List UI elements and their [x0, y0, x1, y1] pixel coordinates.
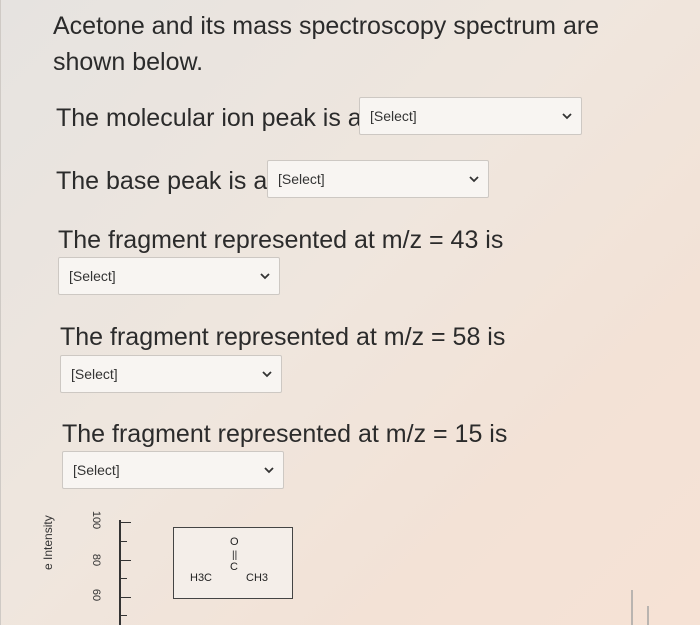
molecular-ion-select[interactable]: [Select]	[359, 97, 582, 135]
spectrum-peak-line	[647, 606, 649, 625]
tick-mark	[119, 578, 127, 579]
chevron-down-icon	[263, 464, 275, 476]
fragment-43-select[interactable]: [Select]	[58, 257, 280, 295]
y-tick-100: 100	[90, 510, 103, 530]
tick-mark	[119, 615, 127, 616]
fragment-58-label: The fragment represented at m/z = 58 is	[60, 323, 506, 351]
chevron-down-icon	[561, 110, 573, 122]
select-value: [Select]	[370, 108, 417, 124]
select-value: [Select]	[73, 462, 120, 478]
methyl-left-label: H3C	[190, 572, 213, 584]
fragment-58-select[interactable]: [Select]	[60, 355, 282, 393]
tick-mark	[119, 541, 127, 542]
y-axis-label: e Intensity	[41, 515, 55, 570]
y-tick-60: 60	[90, 588, 103, 602]
carbon-label: C	[230, 561, 238, 573]
select-value: [Select]	[69, 268, 116, 284]
molecular-ion-label: The molecular ion peak is at	[56, 104, 369, 132]
oxygen-label: O	[230, 536, 239, 548]
y-tick-80: 80	[90, 553, 103, 567]
fragment-15-label: The fragment represented at m/z = 15 is	[62, 420, 508, 448]
tick-mark	[119, 560, 131, 561]
chevron-down-icon	[468, 173, 480, 185]
fragment-15-select[interactable]: [Select]	[62, 451, 284, 489]
base-peak-label: The base peak is at	[56, 167, 275, 195]
tick-mark	[119, 597, 131, 598]
double-bond-mark: ||	[232, 550, 238, 561]
fragment-43-label: The fragment represented at m/z = 43 is	[58, 226, 504, 254]
quiz-panel: Acetone and its mass spectroscopy spectr…	[0, 0, 700, 625]
select-value: [Select]	[71, 366, 118, 382]
select-value: [Select]	[278, 171, 325, 187]
spectrum-peak-line	[631, 590, 633, 625]
methyl-right-label: CH3	[246, 572, 269, 584]
y-axis-line	[119, 520, 121, 625]
chevron-down-icon	[259, 270, 271, 282]
acetone-structure: O || C H3C CH3	[173, 527, 293, 599]
tick-mark	[119, 522, 131, 523]
question-intro: Acetone and its mass spectroscopy spectr…	[53, 12, 600, 76]
base-peak-select[interactable]: [Select]	[267, 160, 489, 198]
chevron-down-icon	[261, 368, 273, 380]
